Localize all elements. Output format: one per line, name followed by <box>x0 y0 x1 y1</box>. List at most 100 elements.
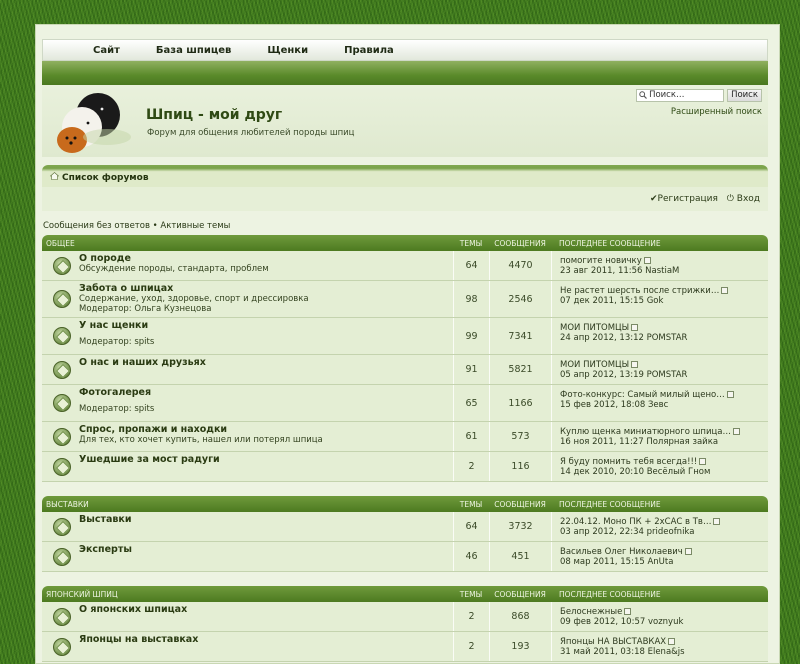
register-link[interactable]: ✔Регистрация <box>650 194 718 204</box>
forum-posts-count: 2546 <box>489 281 551 317</box>
category-title[interactable]: ВЫСТАВКИ <box>42 500 453 509</box>
view-latest-post-icon[interactable] <box>713 518 721 525</box>
category-header: ОБЩЕЕ ТЕМЫ СООБЩЕНИЯ ПОСЛЕДНЕЕ СООБЩЕНИЕ <box>42 235 768 251</box>
last-post-title-text: Белоснежные <box>560 607 623 617</box>
nav-link-database[interactable]: База шпицев <box>156 45 231 56</box>
last-post-meta: 09 фев 2012, 10:57 voznyuk <box>560 617 684 627</box>
last-post-title[interactable]: Куплю щенка миниатюрного шпица… <box>560 427 768 437</box>
view-latest-post-icon[interactable] <box>631 324 639 331</box>
forum-title-link[interactable]: О породе <box>79 253 453 264</box>
last-post-title-text: Не растет шерсть после стрижки… <box>560 286 720 296</box>
nav-link-rules[interactable]: Правила <box>344 45 394 56</box>
column-last-post: ПОСЛЕДНЕЕ СООБЩЕНИЕ <box>559 589 661 599</box>
last-post-title[interactable]: Не растет шерсть после стрижки… <box>560 286 768 296</box>
forum-moderator[interactable]: Модератор: Ольга Кузнецова <box>79 304 453 314</box>
forum-posts-count: 5821 <box>489 355 551 384</box>
forum-title-link[interactable]: Спрос, пропажи и находки <box>79 424 453 435</box>
search-button[interactable]: Поиск <box>727 89 762 102</box>
top-nav: Сайт База шпицев Щенки Правила <box>42 39 768 61</box>
column-topics: ТЕМЫ <box>459 238 483 248</box>
nav-link-site[interactable]: Сайт <box>93 45 120 56</box>
forum-read-icon <box>53 394 71 412</box>
last-post-title[interactable]: Фото-конкурс: Самый милый щено… <box>560 390 768 400</box>
view-latest-post-icon[interactable] <box>668 638 676 645</box>
forum-moderator[interactable]: Модератор: spits <box>79 404 453 414</box>
last-post-title-text: Японцы НА ВЫСТАВКАХ <box>560 637 667 647</box>
forum-title-link[interactable]: О японских шпицах <box>79 604 453 615</box>
view-latest-post-icon[interactable] <box>732 428 740 435</box>
forum-read-icon <box>53 360 71 379</box>
last-post-title[interactable]: Японцы НА ВЫСТАВКАХ <box>560 637 768 647</box>
forum-posts-count: 116 <box>489 452 551 481</box>
forum-last-post: Белоснежные 09 фев 2012, 10:57 voznyuk <box>551 602 768 631</box>
forum-last-post: Я буду помнить тебя всегда!!! 14 дек 2010… <box>551 452 768 481</box>
view-latest-post-icon[interactable] <box>643 257 651 264</box>
forum-row: Японцы на выставках 2 193 Японцы НА ВЫСТАВК… <box>42 632 768 662</box>
forum-read-icon <box>53 637 71 656</box>
forum-info: Ушедшие за мост радуги <box>42 452 453 481</box>
last-post-meta: 07 дек 2011, 15:15 Gok <box>560 296 664 306</box>
forum-title-link[interactable]: О нас и наших друзьях <box>79 357 453 368</box>
search-input[interactable]: Поиск… <box>636 89 725 102</box>
last-post-title[interactable]: МОИ ПИТОМЦЫ <box>560 323 768 333</box>
forum-category: ВЫСТАВКИ ТЕМЫ СООБЩЕНИЯ ПОСЛЕДНЕЕ СООБЩЕНИЕ… <box>42 496 768 572</box>
forum-title-link[interactable]: Ушедшие за мост радуги <box>79 454 453 465</box>
header-green-bar <box>42 61 768 85</box>
nav-link-puppies[interactable]: Щенки <box>267 45 308 56</box>
forum-info: Выставки <box>42 512 453 541</box>
forum-title-link[interactable]: Забота о шпицах <box>79 283 453 294</box>
forum-last-post: Васильев Олег Николаевич 08 мар 2011, 15:… <box>551 542 768 571</box>
last-post-title[interactable]: Васильев Олег Николаевич <box>560 547 768 557</box>
forum-description: Содержание, уход, здоровье, спорт и дрес… <box>79 294 309 304</box>
forum-topics-count: 2 <box>453 452 489 481</box>
view-latest-post-icon[interactable] <box>631 361 639 368</box>
last-post-meta: 16 ноя 2011, 11:27 Полярная зайка <box>560 437 719 447</box>
last-post-title[interactable]: Я буду помнить тебя всегда!!! <box>560 457 768 467</box>
page-inner: Сайт База шпицев Щенки Правила Шпиц - мо… <box>42 39 768 662</box>
breadcrumb-forum-index[interactable]: Список форумов <box>62 173 149 183</box>
forum-title-link[interactable]: Фотогалерея <box>79 387 453 398</box>
forum-info: Спрос, пропажи и находки Для тех, кто хоч… <box>42 422 453 451</box>
column-topics: ТЕМЫ <box>459 499 483 509</box>
forum-title-link[interactable]: Японцы на выставках <box>79 634 453 645</box>
last-post-title[interactable]: МОИ ПИТОМЦЫ <box>560 360 768 370</box>
forum-posts-count: 868 <box>489 602 551 631</box>
forum-info: У нас щенки Модератор: spits <box>42 318 453 354</box>
forum-row: О японских шпицах 2 868 Белоснежные 09 фев 2… <box>42 602 768 632</box>
last-post-title[interactable]: 22.04.12. Моно ПК + 2хСАС в Тв… <box>560 517 768 527</box>
forum-last-post: МОИ ПИТОМЦЫ 05 апр 2012, 13:19 POMSTAR <box>551 355 768 384</box>
power-icon: ⏻ <box>726 194 734 204</box>
site-title[interactable]: Шпиц - мой друг <box>146 107 282 123</box>
last-post-title-text: помогите новичку <box>560 256 642 266</box>
view-latest-post-icon[interactable] <box>726 391 734 398</box>
view-latest-post-icon[interactable] <box>684 548 692 555</box>
view-latest-post-icon[interactable] <box>699 458 707 465</box>
site-description: Форум для общения любителей породы шпиц <box>147 128 355 138</box>
forum-last-post: помогите новичку 23 авг 2011, 11:56 Nasti… <box>551 251 768 280</box>
category-title[interactable]: ОБЩЕЕ <box>42 239 453 248</box>
forum-posts-count: 573 <box>489 422 551 451</box>
forum-read-icon <box>53 427 71 446</box>
last-post-title-text: 22.04.12. Моно ПК + 2хСАС в Тв… <box>560 517 712 527</box>
forum-title-link[interactable]: Выставки <box>79 514 453 525</box>
forum-posts-count: 3732 <box>489 512 551 541</box>
site-logo[interactable] <box>52 85 138 157</box>
forum-info: Забота о шпицах Содержание, уход, здоровь… <box>42 281 453 317</box>
login-link[interactable]: ⏻ Вход <box>727 194 760 204</box>
view-latest-post-icon[interactable] <box>721 287 729 294</box>
forum-topics-count: 2 <box>453 602 489 631</box>
forum-title-link[interactable]: Эксперты <box>79 544 453 555</box>
forum-last-post: 22.04.12. Моно ПК + 2хСАС в Тв… 03 апр 20… <box>551 512 768 541</box>
forum-topics-count: 65 <box>453 385 489 421</box>
category-title[interactable]: ЯПОНСКИЙ ШПИЦ <box>42 590 453 599</box>
quick-links[interactable]: Сообщения без ответов • Активные темы <box>42 221 768 231</box>
last-post-title[interactable]: Белоснежные <box>560 607 768 617</box>
forum-title-link[interactable]: У нас щенки <box>79 320 453 331</box>
forum-moderator[interactable]: Модератор: spits <box>79 337 453 347</box>
last-post-title[interactable]: помогите новичку <box>560 256 768 266</box>
last-post-title-text: МОИ ПИТОМЦЫ <box>560 360 630 370</box>
view-latest-post-icon[interactable] <box>624 608 632 615</box>
forum-row: Забота о шпицах Содержание, уход, здоровь… <box>42 281 768 318</box>
advanced-search-link[interactable]: Расширенный поиск <box>671 107 762 117</box>
forum-info: О японских шпицах <box>42 602 453 631</box>
